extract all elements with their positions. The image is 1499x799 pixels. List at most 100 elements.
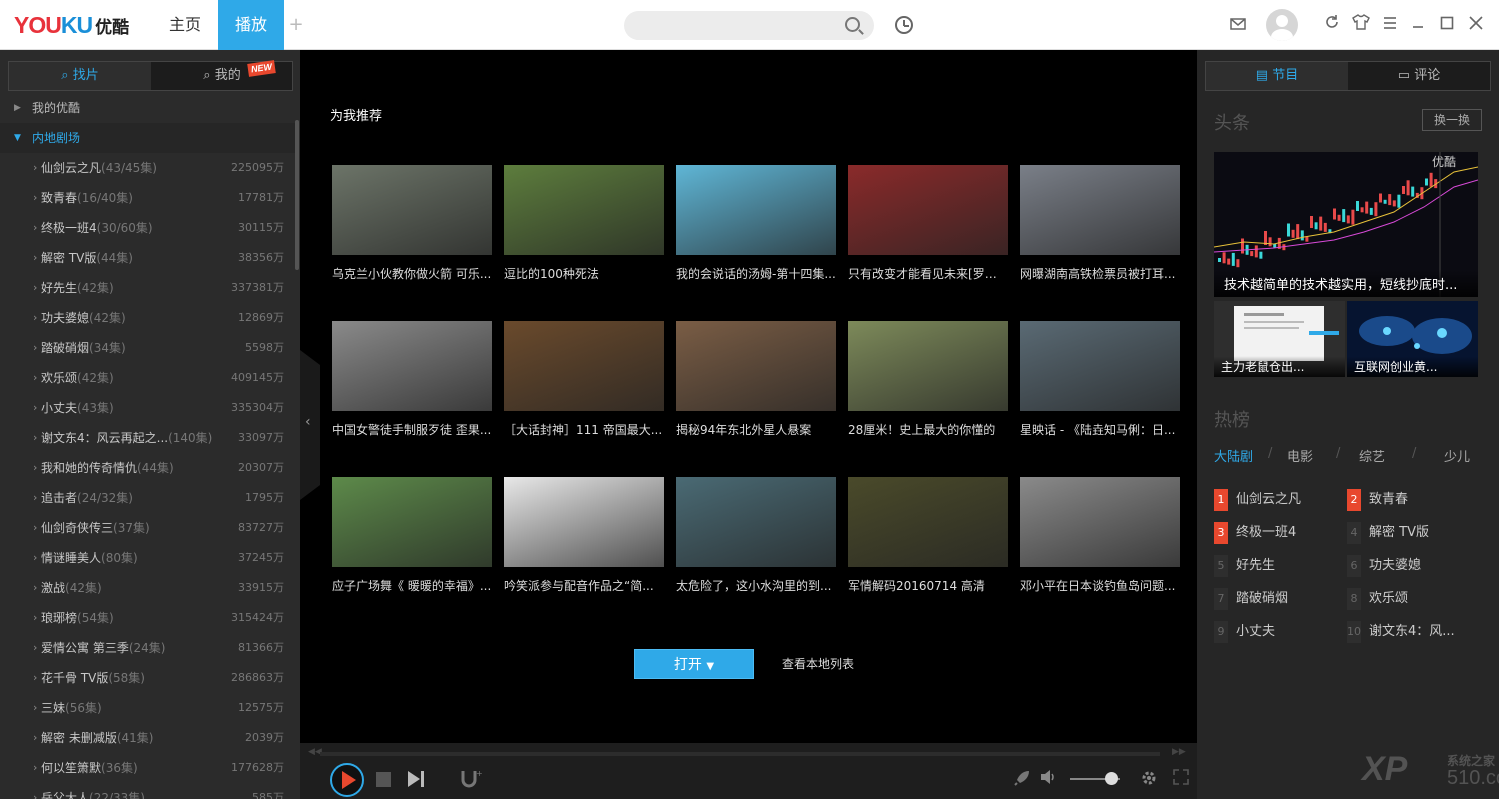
hot-rank-item[interactable]: 10 谢文东4：风... [1347,621,1482,643]
local-list-link[interactable]: 查看本地列表 [782,655,854,672]
hot-rank-item[interactable]: 3 终极一班4 [1214,522,1349,544]
show-list-item[interactable]: › 激战(42集) 33915万 [0,573,295,603]
video-thumbnail[interactable] [848,321,1008,411]
show-list-item[interactable]: › 欢乐颂(42集) 409145万 [0,363,295,393]
video-card[interactable]: 星映话 - 《陆垚知马俐：日... [1020,321,1180,438]
show-list-item[interactable]: › 功夫婆媳(42集) 12869万 [0,303,295,333]
show-list-item[interactable]: › 终极一班4(30/60集) 30115万 [0,213,295,243]
open-button[interactable]: 打开 ▼ [634,649,754,679]
tree-category[interactable]: ▶ 我的优酷 [0,93,295,123]
show-list-item[interactable]: › 爱情公寓 第三季(24集) 81366万 [0,633,295,663]
maximize-icon[interactable] [1437,14,1457,36]
show-list-item[interactable]: › 琅琊榜(54集) 315424万 [0,603,295,633]
video-card[interactable]: 吟笑派参与配音作品之“简... [504,477,664,594]
menu-icon[interactable] [1380,14,1400,36]
refresh-icon[interactable] [1322,14,1342,36]
show-list-item[interactable]: › 仙剑云之凡(43/45集) 225095万 [0,153,295,183]
show-list-item[interactable]: › 仙剑奇侠传三(37集) 83727万 [0,513,295,543]
search-input[interactable] [624,11,874,40]
video-thumbnail[interactable] [848,165,1008,255]
fast-forward-icon[interactable]: ▶▶ [1172,747,1186,757]
fullscreen-icon[interactable] [1173,769,1189,789]
rocket-icon[interactable] [1013,769,1031,791]
video-thumbnail[interactable] [676,321,836,411]
video-card[interactable]: 揭秘94年东北外星人悬案 [676,321,836,438]
show-list-item[interactable]: › 踏破硝烟(34集) 5598万 [0,333,295,363]
hot-tab-variety[interactable]: 综艺 [1359,446,1385,465]
video-thumbnail[interactable] [332,321,492,411]
video-title[interactable]: 只有改变才能看见未来[罗辑... [848,265,1008,282]
hot-rank-item[interactable]: 7 踏破硝烟 [1214,588,1349,610]
video-thumbnail[interactable] [1020,165,1180,255]
video-thumbnail[interactable] [332,477,492,567]
tab-program[interactable]: ▤ 节目 [1206,62,1348,90]
show-list-item[interactable]: › 情谜睡美人(80集) 37245万 [0,543,295,573]
hot-rank-item[interactable]: 5 好先生 [1214,555,1349,577]
skin-icon[interactable] [1351,14,1371,36]
video-card[interactable]: 28厘米！史上最大的你懂的 [848,321,1008,438]
video-title[interactable]: 逗比的100种死法 [504,265,664,282]
video-title[interactable]: 中国女警徒手制服歹徒 歪果... [332,421,492,438]
swap-button[interactable]: 换一换 [1422,109,1482,131]
video-title[interactable]: 星映话 - 《陆垚知马俐：日... [1020,421,1180,438]
video-card[interactable]: ［大话封神］111 帝国最大... [504,321,664,438]
hot-tab-mainland[interactable]: 大陆剧 [1214,446,1253,465]
hot-tab-movie[interactable]: 电影 [1287,446,1313,465]
video-thumbnail[interactable] [504,477,664,567]
progress-bar[interactable] [320,752,1160,756]
video-title[interactable]: 邓小平在日本谈钓鱼岛问题... [1020,577,1180,594]
show-list-item[interactable]: › 三妹(56集) 12575万 [0,693,295,723]
tab-play[interactable]: 播放 [218,0,284,50]
video-card[interactable]: 我的会说话的汤姆-第十四集... [676,165,836,282]
hot-rank-item[interactable]: 1 仙剑云之凡 [1214,489,1349,511]
video-title[interactable]: ［大话封神］111 帝国最大... [504,421,664,438]
play-button[interactable] [330,763,364,797]
hot-rank-item[interactable]: 9 小丈夫 [1214,621,1349,643]
hot-rank-item[interactable]: 6 功夫婆媳 [1347,555,1482,577]
tab-home[interactable]: 主页 [152,0,218,50]
video-title[interactable]: 揭秘94年东北外星人悬案 [676,421,836,438]
video-thumbnail[interactable] [848,477,1008,567]
video-thumbnail[interactable] [504,321,664,411]
video-title[interactable]: 乌克兰小伙教你做火箭 可乐... [332,265,492,282]
history-icon[interactable] [895,16,913,34]
video-card[interactable]: 网曝湖南高铁检票员被打耳... [1020,165,1180,282]
youku-logo[interactable]: YOUKU 优酷 [14,12,129,40]
show-list-item[interactable]: › 岳父大人(22/33集) 585万 [0,783,295,799]
volume-slider-handle[interactable] [1105,772,1118,785]
video-card[interactable]: 只有改变才能看见未来[罗辑... [848,165,1008,282]
video-card[interactable]: 逗比的100种死法 [504,165,664,282]
video-card[interactable]: 乌克兰小伙教你做火箭 可乐... [332,165,492,282]
video-thumbnail[interactable] [676,477,836,567]
show-list-item[interactable]: › 追击者(24/32集) 1795万 [0,483,295,513]
show-list-item[interactable]: › 谢文东4：风云再起之...(140集) 33097万 [0,423,295,453]
video-card[interactable]: 邓小平在日本谈钓鱼岛问题... [1020,477,1180,594]
tab-mine[interactable]: ⌕ 我的 NEW [151,60,293,90]
mail-icon[interactable] [1228,14,1248,36]
headline-small-2[interactable]: 互联网创业黄... [1347,301,1478,377]
video-card[interactable]: 应子广场舞《 暖暖的幸福》... [332,477,492,594]
video-thumbnail[interactable] [504,165,664,255]
sidebar-scrollbar[interactable] [295,120,299,270]
video-title[interactable]: 我的会说话的汤姆-第十四集... [676,265,836,282]
search-icon[interactable] [845,17,860,32]
show-list-item[interactable]: › 我和她的传奇情仇(44集) 20307万 [0,453,295,483]
magnet-icon[interactable]: + [460,769,483,794]
tree-category[interactable]: ▼ 内地剧场 [0,123,295,153]
video-title[interactable]: 网曝湖南高铁检票员被打耳... [1020,265,1180,282]
minimize-icon[interactable] [1408,14,1428,36]
hot-rank-item[interactable]: 4 解密 TV版 [1347,522,1482,544]
video-thumbnail[interactable] [1020,477,1180,567]
video-card[interactable]: 中国女警徒手制服歹徒 歪果... [332,321,492,438]
video-title[interactable]: 28厘米！史上最大的你懂的 [848,421,1008,438]
video-title[interactable]: 应子广场舞《 暖暖的幸福》... [332,577,492,594]
hot-rank-item[interactable]: 2 致青春 [1347,489,1482,511]
avatar[interactable] [1266,9,1298,41]
stop-button[interactable] [376,772,391,787]
show-list-item[interactable]: › 致青春(16/40集) 17781万 [0,183,295,213]
show-list-item[interactable]: › 花千骨 TV版(58集) 286863万 [0,663,295,693]
hot-tab-kids[interactable]: 少儿 [1444,446,1470,465]
video-title[interactable]: 太危险了，这小水沟里的到... [676,577,836,594]
video-title[interactable]: 吟笑派参与配音作品之“简... [504,577,664,594]
tab-comment[interactable]: ▭ 评论 [1348,62,1490,90]
